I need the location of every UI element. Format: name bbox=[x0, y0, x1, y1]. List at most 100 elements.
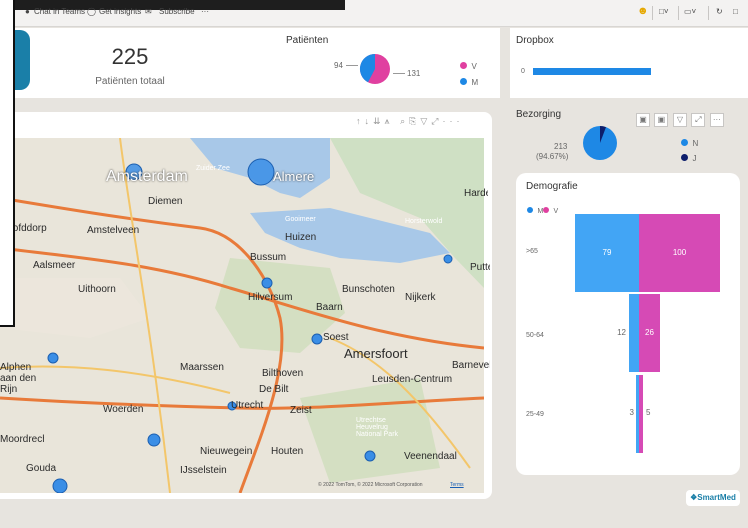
legend-chip bbox=[460, 62, 467, 69]
map-label: Nieuwegein bbox=[200, 446, 253, 457]
funnel-bar-v[interactable] bbox=[639, 375, 643, 453]
map-label: Baarn bbox=[316, 302, 343, 313]
legend-chip bbox=[543, 207, 549, 213]
brand-logo: ❖SmartMed bbox=[686, 490, 740, 506]
teams-icon[interactable]: ● bbox=[25, 7, 30, 16]
funnel-value-m: 79 bbox=[602, 248, 612, 257]
bookmark-icon[interactable]: □˅ bbox=[659, 7, 669, 16]
bezorging-value: 213 bbox=[554, 142, 568, 151]
kpi-label: Patiënten totaal bbox=[95, 76, 165, 87]
map-label: Aalsmeer bbox=[33, 260, 76, 271]
map-label: Hilversum bbox=[248, 292, 293, 303]
refresh-icon[interactable]: ↻ bbox=[716, 7, 723, 16]
map-label: Putten bbox=[470, 262, 490, 273]
age-label: 25-49 bbox=[526, 411, 544, 418]
divider bbox=[708, 6, 709, 20]
dropbox-axis-value: 0 bbox=[521, 68, 525, 75]
legend-v: V bbox=[543, 200, 558, 218]
dropbox-bar[interactable] bbox=[533, 68, 651, 75]
leader-line bbox=[346, 65, 358, 66]
dropbox-title: Dropbox bbox=[516, 35, 554, 46]
patienten-left-value: 94 bbox=[334, 61, 343, 70]
legend-chip bbox=[681, 154, 688, 161]
map-label: Utrechtse Heuvelrug National Park bbox=[356, 417, 399, 438]
map-label: Amersfoort bbox=[344, 346, 408, 361]
funnel-bar-m[interactable] bbox=[629, 294, 639, 372]
patienten-right-value: 131 bbox=[407, 69, 421, 78]
map-label: Maarssen bbox=[180, 362, 224, 373]
map-label: Utrecht bbox=[231, 400, 264, 411]
age-label: >65 bbox=[526, 248, 538, 255]
divider bbox=[678, 6, 679, 20]
bezorging-percent: (94.67%) bbox=[536, 152, 569, 161]
map-label: Gouda bbox=[26, 463, 57, 474]
legend-chip bbox=[460, 78, 467, 85]
map-label: Harderwijk bbox=[464, 188, 488, 199]
map-label: Almere bbox=[273, 169, 315, 184]
map-label: Woerden bbox=[103, 404, 144, 415]
funnel-value-v: 5 bbox=[646, 408, 651, 417]
map-label: Zeist bbox=[290, 405, 312, 416]
map-label: Horsterwold bbox=[405, 218, 443, 225]
bezorging-pie[interactable] bbox=[582, 125, 618, 161]
map-label: Zuider Zee bbox=[196, 165, 230, 172]
map-label: Amsterdam bbox=[106, 168, 188, 185]
filter-icon[interactable]: ▽ bbox=[672, 113, 687, 127]
subscribe-button[interactable]: Subscribe bbox=[159, 7, 195, 16]
map-card: ↑↓⇊⩚ ⌕⎘▽⤢··· Amsterdam Almere Diemen Zui… bbox=[0, 112, 492, 499]
map-label: Gooimeer bbox=[285, 216, 316, 223]
funnel-value-m: 12 bbox=[617, 328, 626, 337]
view-icon[interactable]: ▭˅ bbox=[684, 7, 696, 16]
map-label: Nijkerk bbox=[405, 292, 436, 303]
legend-chip bbox=[527, 207, 533, 213]
map-label: Veenendaal bbox=[404, 451, 457, 462]
copy-icon[interactable]: ▣ bbox=[654, 113, 669, 127]
map-label: Bilthoven bbox=[262, 368, 304, 379]
lightbulb-icon: ◯ bbox=[87, 7, 96, 16]
more-button[interactable]: ··· bbox=[201, 7, 209, 16]
get-insights-button[interactable]: Get insights bbox=[99, 7, 141, 16]
divider bbox=[652, 6, 653, 20]
map-label: Barneveld bbox=[452, 360, 490, 371]
mail-icon: ✉ bbox=[145, 7, 152, 16]
map-label: Bunschoten bbox=[342, 284, 395, 295]
age-label: 50-64 bbox=[526, 332, 544, 339]
map-visual-toolbar[interactable]: ↑↓⇊⩚ ⌕⎘▽⤢··· bbox=[356, 116, 463, 127]
patienten-title: Patiënten bbox=[286, 35, 329, 46]
funnel-value-v: 100 bbox=[672, 248, 687, 257]
patienten-card: Patiënten 94 131 V M bbox=[214, 28, 500, 98]
funnel-value-v: 26 bbox=[645, 328, 654, 337]
dropbox-card: Dropbox 0 bbox=[510, 28, 748, 98]
map-label: Soest bbox=[323, 332, 349, 343]
map-label: Amstelveen bbox=[87, 225, 140, 236]
comment-icon[interactable]: □ bbox=[733, 7, 738, 16]
chat-in-teams-button[interactable]: Chat in Teams bbox=[34, 7, 85, 16]
legend-m: M bbox=[527, 200, 543, 218]
toolbar: ● Chat in Teams ◯ Get insights ✉ Subscri… bbox=[0, 0, 748, 27]
kpi-value: 225 bbox=[111, 44, 149, 69]
map-canvas[interactable] bbox=[0, 138, 484, 493]
more-icon[interactable]: ··· bbox=[709, 113, 724, 127]
map-label: Uithoorn bbox=[78, 284, 116, 295]
map-label: IJsselstein bbox=[180, 465, 227, 476]
map-label: Houten bbox=[271, 446, 304, 457]
map-copyright: © 2022 TomTom, © 2022 Microsoft Corporat… bbox=[318, 482, 423, 488]
map-terms-link[interactable]: Terms bbox=[450, 482, 464, 488]
map-label: Huizen bbox=[285, 232, 317, 243]
map-label: Leusden-Centrum bbox=[372, 374, 453, 385]
legend-m: M bbox=[460, 72, 478, 90]
legend-chip bbox=[681, 139, 688, 146]
bezorging-title: Bezorging bbox=[516, 109, 562, 120]
map-label: Alphen aan den Rijn bbox=[0, 362, 37, 395]
leader-line bbox=[393, 73, 405, 74]
visual-header-icons[interactable]: ▣ ▣ ▽ ⤢ ··· bbox=[636, 109, 724, 127]
map-label: Diemen bbox=[148, 196, 183, 207]
pin-icon[interactable]: ▣ bbox=[636, 113, 650, 127]
focus-icon[interactable]: ⤢ bbox=[691, 113, 706, 127]
funnel-value-m: 3 bbox=[629, 408, 634, 417]
overlay-panel-edge bbox=[0, 0, 15, 327]
emoji-icon[interactable]: ☻ bbox=[637, 5, 649, 17]
bezorging-card: Bezorging ▣ ▣ ▽ ⤢ ··· 213 (94.67%) N J bbox=[510, 107, 724, 172]
map-label: De Bilt bbox=[259, 384, 289, 395]
patienten-pie[interactable] bbox=[359, 53, 391, 85]
